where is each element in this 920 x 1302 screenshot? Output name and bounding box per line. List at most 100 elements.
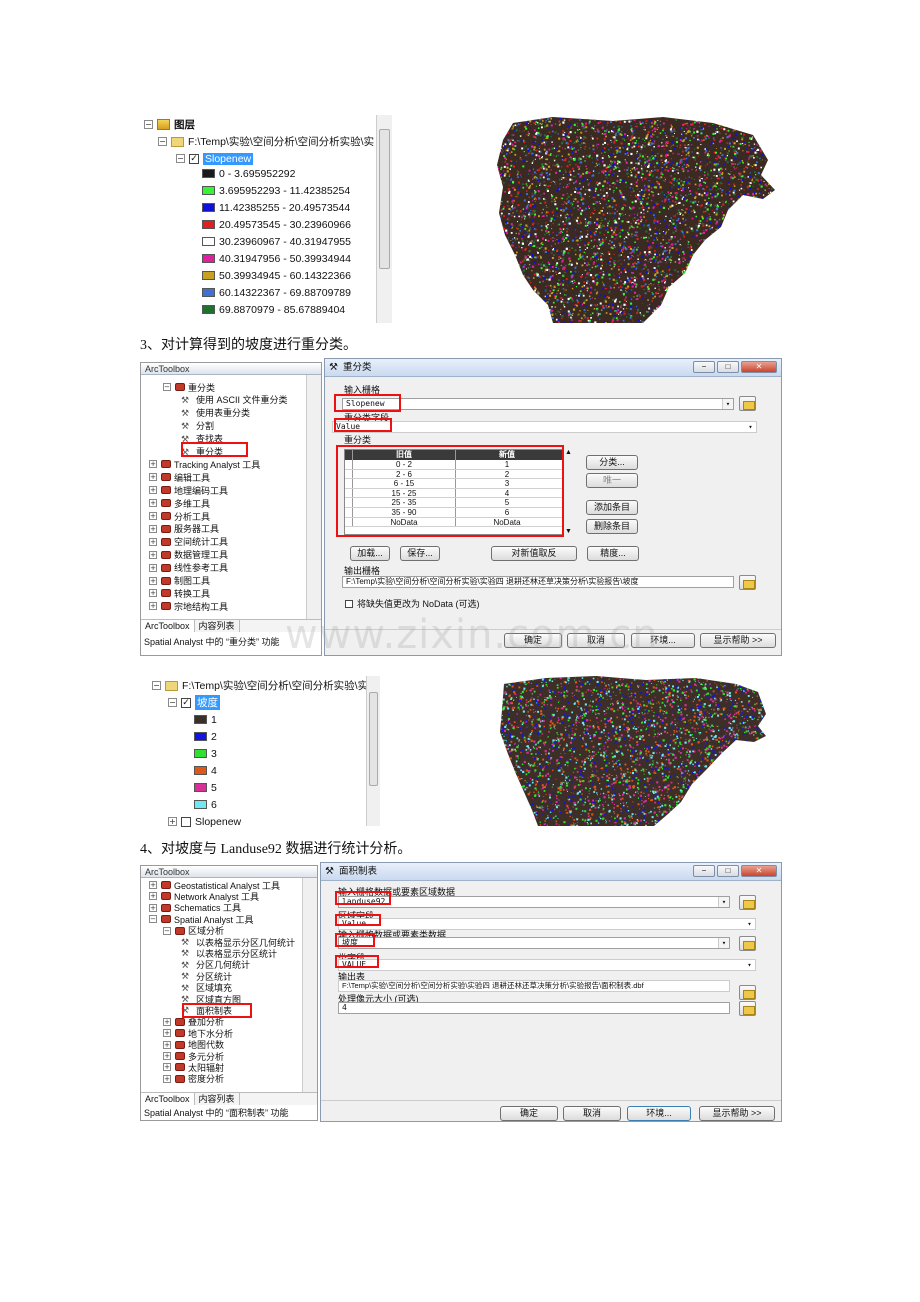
add-entry-button[interactable]: 添加条目 — [586, 500, 638, 515]
collapse-icon[interactable]: − — [168, 698, 177, 707]
expand-icon[interactable]: + — [149, 589, 157, 598]
layer-visibility-checkbox[interactable]: ✓ — [189, 153, 199, 164]
toolbox-item[interactable]: ⚒ 使用表重分类 — [181, 407, 250, 419]
toolbox-item[interactable]: + 数据管理工具 — [149, 549, 228, 561]
expand-icon[interactable]: + — [149, 903, 157, 912]
close-button[interactable]: ✕ — [741, 361, 777, 373]
collapse-icon[interactable]: − — [149, 915, 157, 924]
toolbox-item[interactable]: ⚒ 使用 ASCII 文件重分类 — [181, 394, 288, 406]
expand-icon[interactable]: + — [149, 602, 157, 611]
collapse-icon[interactable]: − — [158, 137, 167, 146]
toc-layer-label[interactable]: 坡度 — [195, 695, 220, 710]
chevron-down-icon[interactable]: ▾ — [744, 919, 755, 929]
expand-icon[interactable]: + — [149, 563, 157, 572]
ok-button[interactable]: 确定 — [500, 1106, 558, 1121]
cell-size-field[interactable]: 4 — [338, 1002, 730, 1014]
environments-button[interactable]: 环境... — [627, 1106, 691, 1121]
close-button[interactable]: ✕ — [741, 865, 777, 877]
tab-toc[interactable]: 内容列表 — [195, 620, 240, 632]
expand-icon[interactable]: + — [149, 460, 157, 469]
toolbox-item[interactable]: + 线性参考工具 — [149, 562, 228, 574]
reverse-new-values-button[interactable]: 对新值取反 — [491, 546, 577, 561]
expand-icon[interactable]: + — [149, 486, 157, 495]
dialog-scrollbar[interactable] — [767, 379, 781, 629]
toolbox-item[interactable]: + 地理编码工具 — [149, 484, 228, 496]
toolbox-scrollbar[interactable] — [306, 375, 321, 619]
expand-icon[interactable]: + — [163, 1052, 171, 1060]
unique-button[interactable]: 唯一 — [586, 473, 638, 488]
nodata-checkbox-row[interactable]: 将缺失值更改为 NoData (可选) — [345, 597, 480, 610]
browse-folder-button[interactable] — [739, 985, 756, 1000]
toolbox-item[interactable]: − 重分类 — [163, 381, 215, 393]
toolbox-item[interactable]: + 分析工具 — [149, 510, 210, 522]
tab-arctoolbox[interactable]: ArcToolbox — [141, 1093, 195, 1105]
toolbox-item[interactable]: + 密度分析 — [163, 1073, 224, 1085]
delete-entry-button[interactable]: 删除条目 — [586, 519, 638, 534]
layer-visibility-checkbox[interactable]: ✓ — [181, 697, 191, 708]
expand-icon[interactable]: + — [163, 1029, 171, 1038]
expand-icon[interactable]: + — [149, 537, 157, 546]
reclass-field-select[interactable]: Value ▾ — [332, 421, 757, 433]
toolbox-item[interactable]: + 服务器工具 — [149, 523, 219, 535]
toc-scrollbar[interactable] — [376, 115, 392, 323]
collapse-icon[interactable]: − — [163, 383, 171, 391]
collapse-icon[interactable]: + — [168, 817, 177, 826]
collapse-icon[interactable]: − — [144, 120, 153, 129]
expand-icon[interactable]: + — [149, 892, 157, 901]
output-raster-field[interactable]: F:\Temp\实验\空间分析\空间分析实验\实验四 退耕还林还草决策分析\实验… — [342, 576, 734, 588]
chevron-down-icon[interactable]: ▾ — [744, 960, 755, 970]
show-help-button[interactable]: 显示帮助 >> — [699, 1106, 775, 1121]
scroll-down-arrow-icon[interactable]: ▼ — [565, 528, 572, 535]
expand-icon[interactable]: + — [149, 524, 157, 533]
toolbox-item[interactable]: + 编辑工具 — [149, 471, 210, 483]
expand-icon[interactable]: + — [149, 550, 157, 559]
toolbox-item[interactable]: + 制图工具 — [149, 575, 210, 587]
chevron-down-icon[interactable]: ▾ — [722, 399, 733, 409]
precision-button[interactable]: 精度... — [587, 546, 639, 561]
expand-icon[interactable]: + — [149, 881, 157, 889]
chevron-down-icon[interactable]: ▾ — [718, 897, 729, 907]
minimize-button[interactable]: − — [693, 865, 715, 877]
scrollbar-thumb[interactable] — [379, 129, 390, 269]
expand-icon[interactable]: + — [163, 1040, 171, 1049]
toc-path-row[interactable]: − F:\Temp\实验\空间分析\空间分析实验\实 — [158, 134, 374, 149]
layer-visibility-checkbox[interactable] — [181, 816, 191, 827]
collapse-icon[interactable]: − — [152, 681, 161, 690]
expand-icon[interactable]: + — [163, 1017, 171, 1026]
toolbox-item[interactable]: + 转换工具 — [149, 587, 210, 599]
toc-layer-row[interactable]: − ✓ 坡度 — [168, 695, 220, 710]
toc-scrollbar[interactable] — [366, 676, 380, 826]
toolbox-item[interactable]: + Tracking Analyst 工具 — [149, 458, 260, 470]
toolbox-item[interactable]: + 空间统计工具 — [149, 536, 228, 548]
browse-folder-button[interactable] — [739, 895, 756, 910]
browse-folder-button[interactable] — [739, 575, 756, 590]
expand-icon[interactable]: + — [163, 1063, 171, 1072]
browse-folder-button[interactable] — [739, 936, 756, 951]
toc-other-layer-label[interactable]: Slopenew — [195, 816, 241, 828]
tab-toc[interactable]: 内容列表 — [195, 1093, 240, 1105]
toc-path-row[interactable]: − F:\Temp\实验\空间分析\空间分析实验\实 — [152, 678, 368, 693]
minimize-button[interactable]: − — [693, 361, 715, 373]
reclass-table-scrollbar[interactable]: ▲ ▼ — [565, 449, 574, 535]
collapse-icon[interactable]: − — [176, 154, 185, 163]
browse-folder-button[interactable] — [739, 396, 756, 411]
toc-other-layer-row[interactable]: + Slopenew — [168, 814, 241, 829]
chevron-down-icon[interactable]: ▾ — [745, 422, 756, 432]
show-help-button[interactable]: 显示帮助 >> — [700, 633, 776, 648]
scroll-up-arrow-icon[interactable]: ▲ — [565, 449, 574, 456]
expand-icon[interactable]: + — [149, 512, 157, 520]
load-button[interactable]: 加载... — [350, 546, 390, 561]
toc-root-row[interactable]: − 图层 — [144, 117, 195, 132]
nodata-checkbox[interactable] — [345, 599, 353, 608]
tab-arctoolbox[interactable]: ArcToolbox — [141, 620, 195, 632]
toolbox-item[interactable]: + 宗地结构工具 — [149, 600, 228, 612]
cancel-button[interactable]: 取消 — [563, 1106, 621, 1121]
class-data-field[interactable]: 坡度 ▾ — [338, 937, 730, 949]
classify-button[interactable]: 分类... — [586, 455, 638, 470]
scrollbar-thumb[interactable] — [369, 692, 378, 786]
maximize-button[interactable]: □ — [717, 361, 739, 373]
toolbox-item[interactable]: ⚒ 分割 — [181, 420, 214, 432]
browse-folder-button[interactable] — [739, 1001, 756, 1016]
expand-icon[interactable]: + — [149, 576, 157, 585]
collapse-icon[interactable]: − — [163, 926, 171, 935]
